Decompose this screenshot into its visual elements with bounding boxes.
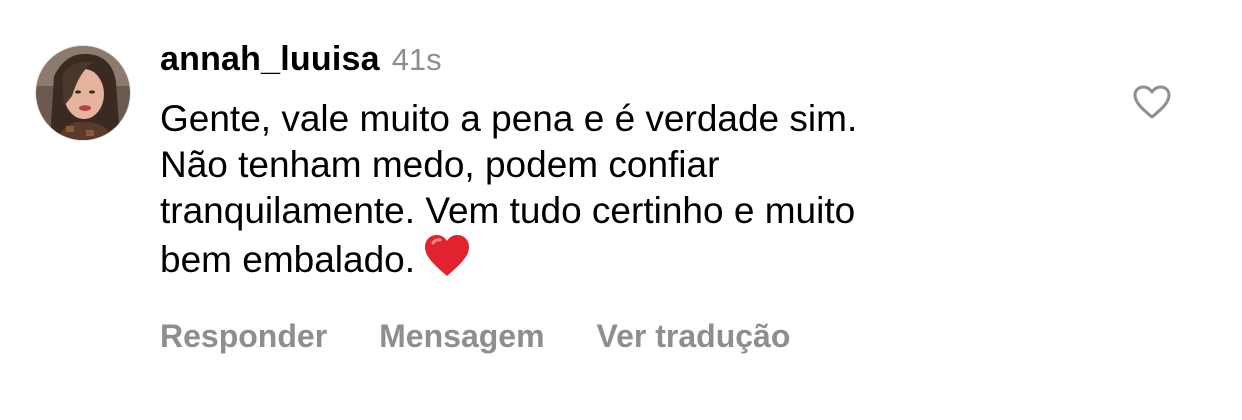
timestamp: 41s [391, 42, 442, 77]
comment-text: Gente, vale muito a pena e é verdade sim… [160, 96, 1040, 289]
red-heart-emoji [423, 234, 471, 289]
comment-item: annah_luuisa 41s Gente, vale muito a pen… [0, 0, 1242, 420]
comment-line-1: Gente, vale muito a pena e é verdade sim… [160, 98, 858, 139]
reply-button[interactable]: Responder [160, 318, 327, 355]
comment-actions: Responder Mensagem Ver tradução [160, 318, 790, 355]
username[interactable]: annah_luuisa [160, 40, 380, 79]
like-heart-icon[interactable] [1132, 84, 1172, 120]
comment-line-3: tranquilamente. Vem tudo certinho e muit… [160, 190, 856, 231]
comment-line-4-text: bem embalado. [160, 239, 416, 280]
message-button[interactable]: Mensagem [379, 318, 544, 355]
comment-line-2: Não tenham medo, podem confiar [160, 144, 720, 185]
comment-body: annah_luuisa 41s Gente, vale muito a pen… [160, 40, 1060, 289]
translate-button[interactable]: Ver tradução [597, 318, 791, 355]
comment-header: annah_luuisa 41s [160, 40, 1060, 90]
comment-line-4: bem embalado. [160, 234, 1040, 289]
avatar[interactable] [36, 46, 130, 140]
profile-photo [36, 46, 130, 140]
